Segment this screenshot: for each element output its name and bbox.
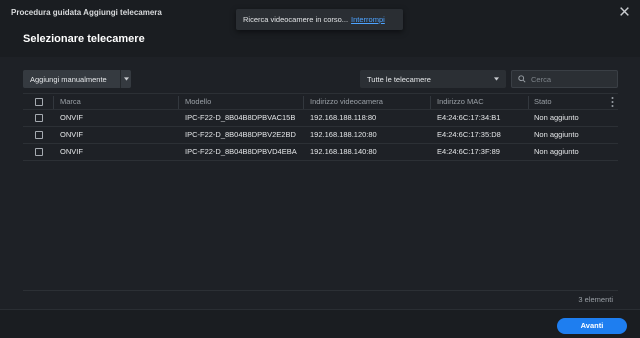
cell-brand: ONVIF xyxy=(60,147,83,156)
column-divider xyxy=(303,96,304,109)
row-checkbox[interactable] xyxy=(35,131,43,139)
search-input[interactable] xyxy=(531,74,611,84)
dialog-footer: Avanti xyxy=(0,309,640,338)
column-divider xyxy=(178,96,179,109)
row-checkbox[interactable] xyxy=(35,114,43,122)
column-header-model[interactable]: Modello xyxy=(185,94,211,110)
cell-status: Non aggiunto xyxy=(534,130,579,139)
search-box[interactable] xyxy=(511,70,618,88)
column-options-icon[interactable] xyxy=(611,96,614,108)
cell-mac: E4:24:6C:17:3F:89 xyxy=(437,147,500,156)
add-manually-label: Aggiungi manualmente xyxy=(30,74,107,84)
camera-filter-select[interactable]: Tutte le telecamere xyxy=(360,70,506,88)
cell-status: Non aggiunto xyxy=(534,113,579,122)
cell-ip: 192.168.188.120:80 xyxy=(310,130,377,139)
cell-brand: ONVIF xyxy=(60,130,83,139)
column-divider xyxy=(528,96,529,109)
page-title: Selezionare telecamere xyxy=(23,33,145,45)
cell-status: Non aggiunto xyxy=(534,147,579,156)
chevron-down-icon xyxy=(494,77,499,81)
column-header-brand[interactable]: Marca xyxy=(60,94,81,110)
divider xyxy=(23,290,618,291)
column-divider xyxy=(430,96,431,109)
cell-mac: E4:24:6C:17:34:B1 xyxy=(437,113,501,122)
camera-table: Marca Modello Indirizzo videocamera Indi… xyxy=(23,93,618,161)
row-checkbox[interactable] xyxy=(35,148,43,156)
search-progress-toast: Ricerca videocamere in corso... Interrom… xyxy=(236,9,403,30)
cell-model: IPC-F22-D_8B04B8DPBVAC15B xyxy=(185,113,296,122)
table-row[interactable]: ONVIF IPC-F22-D_8B04B8DPBVAC15B 192.168.… xyxy=(23,110,618,127)
cell-model: IPC-F22-D_8B04B8DPBV2E2BD xyxy=(185,130,296,139)
cell-ip: 192.168.188.118:80 xyxy=(310,113,377,122)
cell-brand: ONVIF xyxy=(60,113,83,122)
select-all-checkbox[interactable] xyxy=(35,98,43,106)
table-row[interactable]: ONVIF IPC-F22-D_8B04B8DPBV2E2BD 192.168.… xyxy=(23,127,618,144)
add-manually-button[interactable]: Aggiungi manualmente xyxy=(23,70,131,88)
column-header-status[interactable]: Stato xyxy=(534,94,552,110)
table-row[interactable]: ONVIF IPC-F22-D_8B04B8DPBVD4EBA 192.168.… xyxy=(23,144,618,161)
column-header-mac[interactable]: Indirizzo MAC xyxy=(437,94,484,110)
item-count: 3 elementi xyxy=(578,295,613,304)
add-manually-dropdown[interactable] xyxy=(120,70,131,88)
chevron-down-icon xyxy=(123,77,129,81)
cell-ip: 192.168.188.140:80 xyxy=(310,147,377,156)
cell-model: IPC-F22-D_8B04B8DPBVD4EBA xyxy=(185,147,297,156)
next-button[interactable]: Avanti xyxy=(557,318,627,334)
camera-filter-value: Tutte le telecamere xyxy=(367,74,431,84)
search-icon xyxy=(518,75,526,83)
table-header-row: Marca Modello Indirizzo videocamera Indi… xyxy=(23,93,618,110)
column-header-ip[interactable]: Indirizzo videocamera xyxy=(310,94,383,110)
column-divider xyxy=(53,96,54,109)
window-title: Procedura guidata Aggiungi telecamera xyxy=(11,8,162,17)
toast-message: Ricerca videocamere in corso... xyxy=(243,15,349,24)
stop-search-link[interactable]: Interrompi xyxy=(351,15,385,24)
close-icon[interactable] xyxy=(619,6,630,17)
cell-mac: E4:24:6C:17:35:D8 xyxy=(437,130,501,139)
